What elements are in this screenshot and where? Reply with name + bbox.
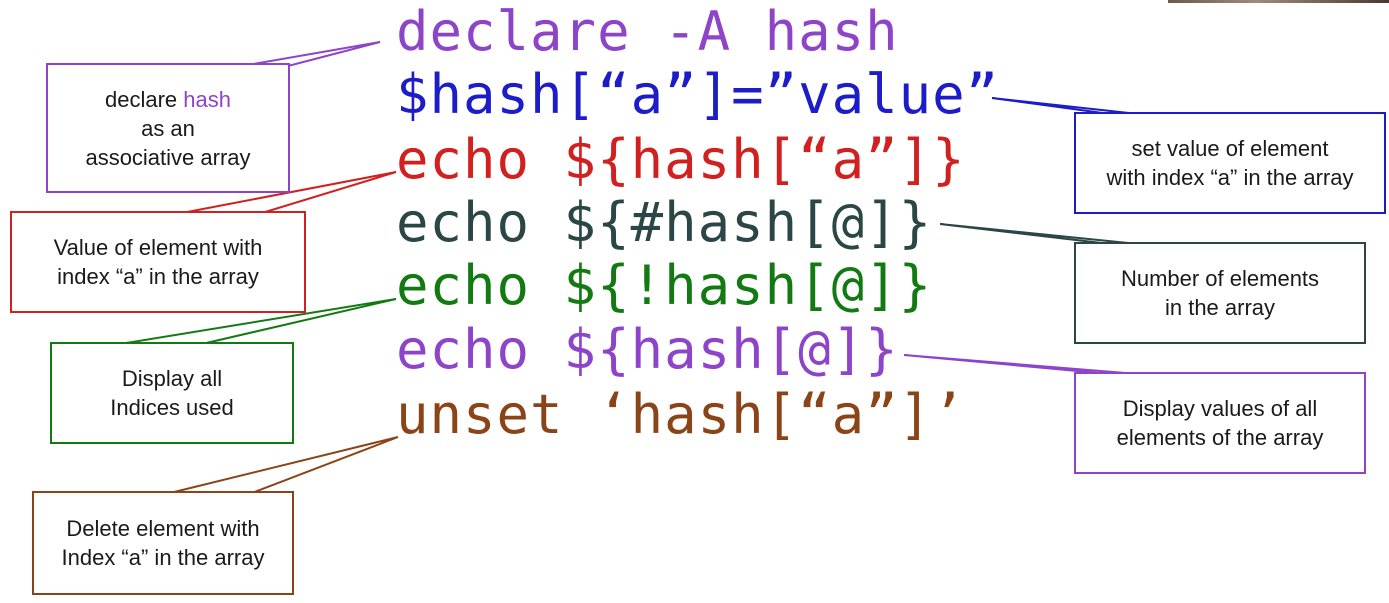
callout-declare-line2: as an	[141, 115, 195, 141]
callout-count: Number of elements in the array	[1074, 242, 1366, 344]
callout-values-line1: Display values of all	[1122, 396, 1318, 421]
callout-indices: Display all Indices used	[50, 342, 294, 444]
callout-declare-word: declare	[105, 86, 178, 112]
bash-associative-array-slide: declare -A hash $hash[“a”]=”value” echo …	[0, 0, 1389, 603]
callout-count-line1: Number of elements	[1120, 266, 1320, 291]
callout-count-line2: in the array	[1164, 295, 1276, 320]
callout-set-value-line2: with index “a” in the array	[1106, 165, 1354, 190]
code-echo-value: echo ${hash[“a”]}	[396, 128, 966, 191]
pointer-delete	[169, 436, 399, 494]
callout-declare-highlight: hash	[183, 86, 231, 112]
callout-value-of-line2: index “a” in the array	[57, 264, 259, 289]
callout-delete-line1: Delete element with	[66, 516, 260, 541]
callout-declare-line3: associative array	[85, 144, 251, 170]
callout-value-of-line1: Value of element with	[53, 235, 263, 260]
code-echo-indices: echo ${!hash[@]}	[396, 254, 933, 317]
callout-delete: Delete element with Index “a” in the arr…	[32, 491, 294, 595]
callout-declare: declare hash as an associative array	[46, 63, 290, 193]
code-assign: $hash[“a”]=”value”	[396, 63, 1000, 126]
callout-values-line2: elements of the array	[1116, 425, 1324, 450]
callout-set-value: set value of element with index “a” in t…	[1074, 112, 1386, 214]
code-echo-count: echo ${#hash[@]}	[396, 191, 933, 254]
callout-indices-line1: Display all	[121, 366, 223, 391]
code-declare: declare -A hash	[396, 0, 899, 63]
code-unset: unset ‘hash[“a”]’	[396, 383, 966, 446]
callout-set-value-line1: set value of element	[1131, 136, 1329, 161]
callout-value-of: Value of element with index “a” in the a…	[10, 211, 306, 313]
pointer-count	[939, 223, 1139, 245]
callout-delete-line2: Index “a” in the array	[61, 545, 265, 570]
callout-values: Display values of all elements of the ar…	[1074, 372, 1366, 474]
callout-declare-line1: declare hash	[105, 85, 231, 114]
callout-indices-line2: Indices used	[110, 395, 234, 420]
code-echo-values: echo ${hash[@]}	[396, 318, 899, 381]
